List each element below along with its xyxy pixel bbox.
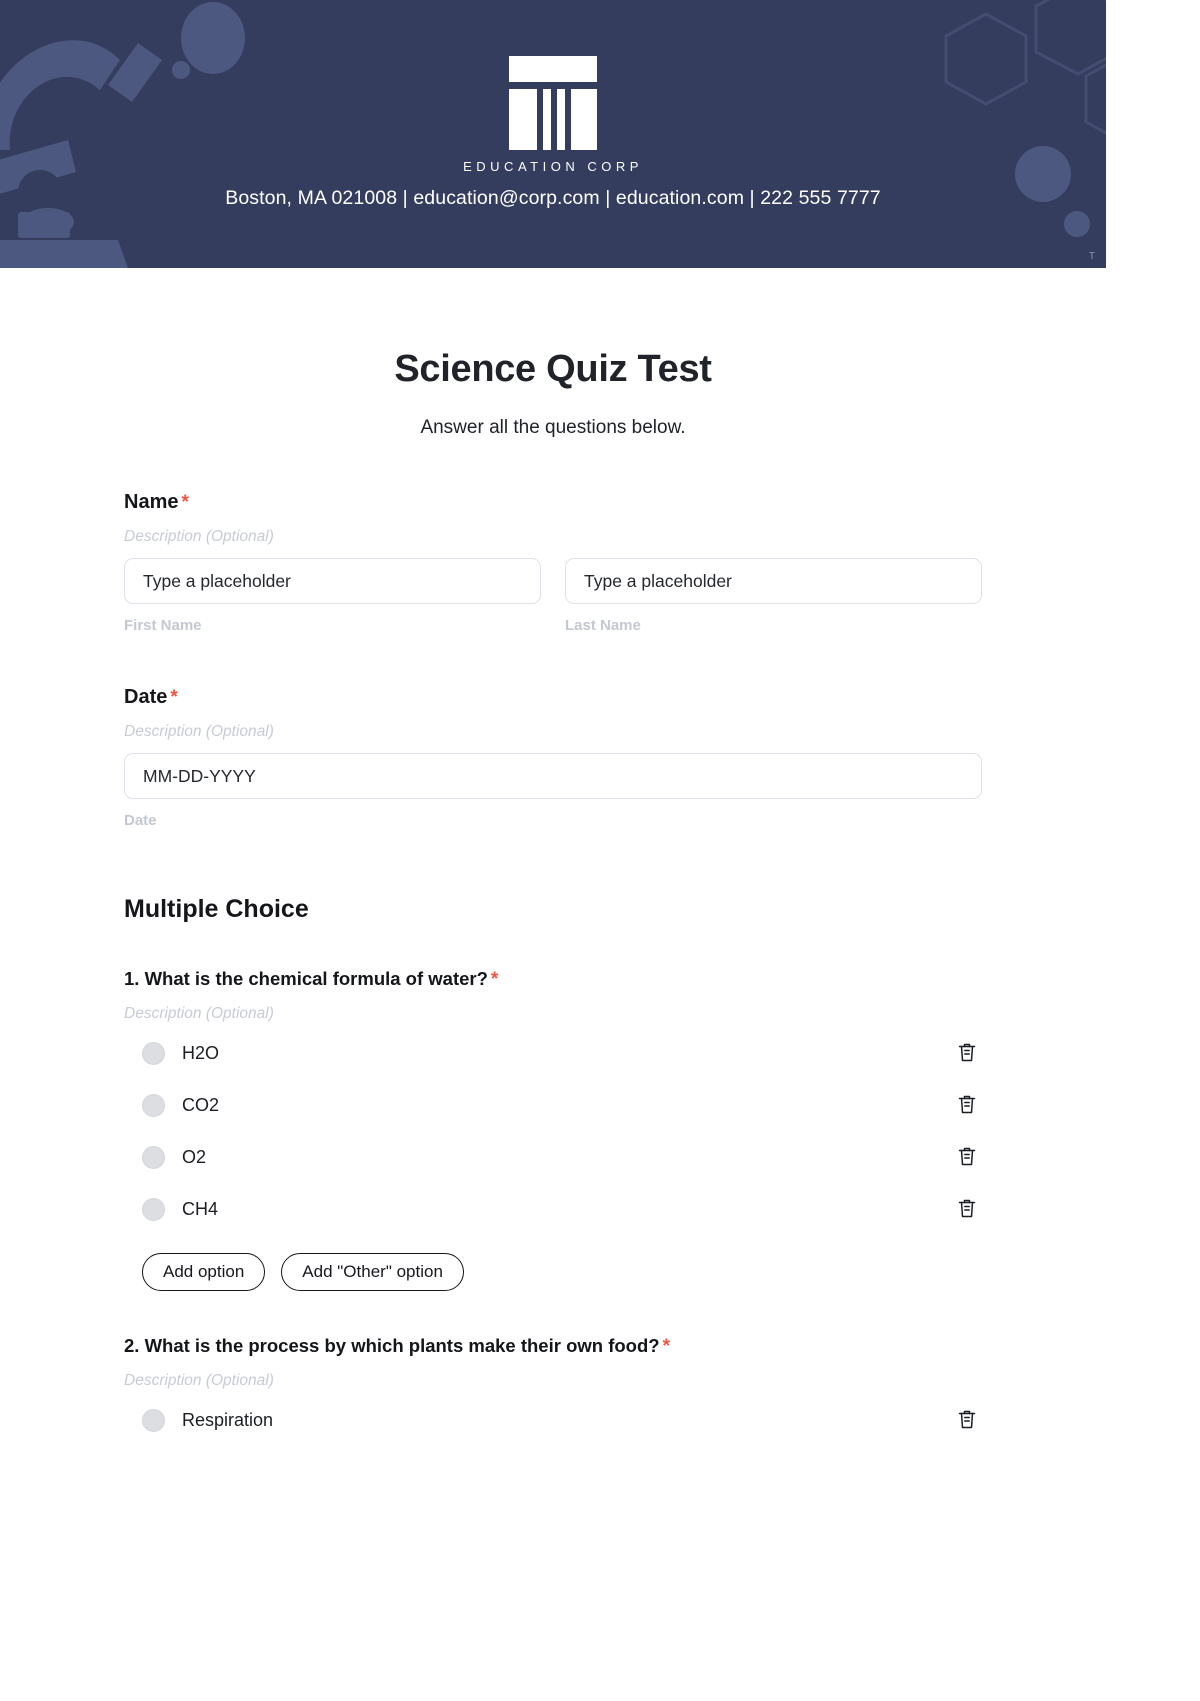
page-title: Science Quiz Test — [394, 348, 712, 390]
field-date-description: Description (Optional) — [124, 723, 274, 740]
date-input[interactable]: MM-DD-YYYY — [124, 753, 982, 799]
field-name-label: Name * — [124, 491, 982, 514]
field-date-label-text: Date — [124, 686, 168, 708]
option-label: Respiration — [182, 1409, 274, 1430]
add-other-option-button[interactable]: Add "Other" option — [281, 1253, 464, 1291]
field-name-sublabels: First Name Last Name — [124, 604, 982, 634]
question-1: 1. What is the chemical formula of water… — [124, 968, 982, 1291]
option-label: CH4 — [182, 1198, 219, 1219]
add-option-buttons: Add option Add "Other" option — [124, 1253, 982, 1291]
question-2: 2. What is the process by which plants m… — [124, 1335, 982, 1442]
add-option-button[interactable]: Add option — [142, 1253, 266, 1291]
option-row[interactable]: O2 — [124, 1135, 982, 1179]
form-sheet: Science Quiz Test Answer all the questio… — [0, 348, 1106, 1442]
question-1-title: 1. What is the chemical formula of water… — [124, 968, 982, 991]
page-subtitle: Answer all the questions below. — [420, 417, 686, 438]
column-logo-icon — [509, 56, 597, 150]
last-name-sublabel: Last Name — [565, 617, 641, 634]
delete-option-trash-icon[interactable] — [956, 1093, 978, 1117]
field-name-label-text: Name — [124, 491, 179, 513]
option-row[interactable]: H2O — [124, 1031, 982, 1075]
radio-button-icon[interactable] — [142, 1197, 165, 1221]
option-row[interactable]: CO2 — [124, 1083, 982, 1127]
option-row[interactable]: Respiration — [124, 1398, 982, 1442]
question-2-title: 2. What is the process by which plants m… — [124, 1335, 982, 1358]
last-name-input[interactable]: Type a placeholder — [565, 558, 982, 604]
trademark-mark: T — [1088, 251, 1096, 262]
required-asterisk: * — [170, 687, 178, 708]
section-heading-multiple-choice: Multiple Choice — [124, 895, 309, 923]
first-name-input[interactable]: Type a placeholder — [124, 558, 541, 604]
option-row[interactable]: CH4 — [124, 1187, 982, 1231]
delete-option-trash-icon[interactable] — [956, 1197, 978, 1221]
required-asterisk: * — [662, 1336, 670, 1357]
page-header-banner: EDUCATION CORP Boston, MA 021008 | educa… — [0, 0, 1106, 268]
delete-option-trash-icon[interactable] — [956, 1041, 978, 1065]
required-asterisk: * — [490, 969, 499, 990]
option-label: H2O — [182, 1042, 220, 1063]
field-date-inputs: MM-DD-YYYY — [124, 753, 982, 799]
question-1-title-text: 1. What is the chemical formula of water… — [124, 968, 488, 989]
first-name-sublabel: First Name — [124, 617, 202, 634]
option-label: O2 — [182, 1146, 207, 1167]
required-asterisk: * — [181, 492, 189, 513]
option-label: CO2 — [182, 1094, 220, 1115]
date-sublabel: Date — [124, 812, 157, 829]
field-date-label: Date * — [124, 686, 982, 709]
field-name-description: Description (Optional) — [124, 528, 274, 545]
radio-button-icon[interactable] — [142, 1408, 165, 1432]
delete-option-trash-icon[interactable] — [956, 1408, 978, 1432]
brand-logo-group: EDUCATION CORP Boston, MA 021008 | educa… — [0, 56, 1106, 210]
contact-info: Boston, MA 021008 | education@corp.com |… — [225, 187, 881, 209]
field-name-inputs: Type a placeholder Type a placeholder — [124, 558, 982, 604]
field-name: Name * Description (Optional) Type a plac… — [124, 491, 982, 634]
radio-button-icon[interactable] — [142, 1093, 165, 1117]
question-2-title-text: 2. What is the process by which plants m… — [124, 1335, 660, 1356]
radio-button-icon[interactable] — [142, 1041, 165, 1065]
question-1-description: Description (Optional) — [124, 1005, 274, 1022]
field-date: Date * Description (Optional) MM-DD-YYYY … — [124, 686, 982, 829]
radio-button-icon[interactable] — [142, 1145, 165, 1169]
delete-option-trash-icon[interactable] — [956, 1145, 978, 1169]
question-2-description: Description (Optional) — [124, 1372, 274, 1389]
brand-name: EDUCATION CORP — [463, 159, 643, 174]
